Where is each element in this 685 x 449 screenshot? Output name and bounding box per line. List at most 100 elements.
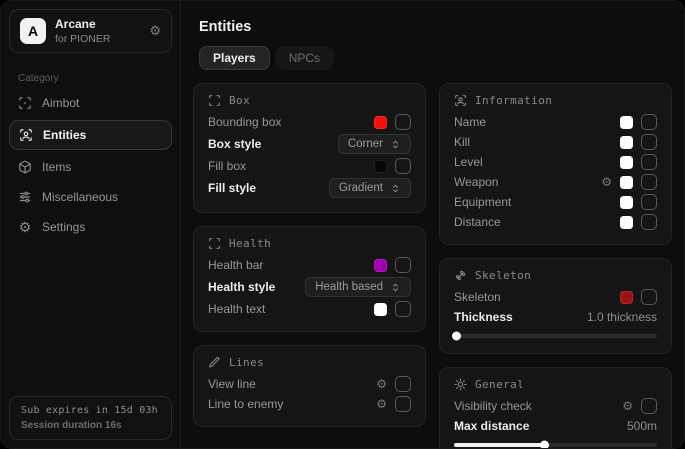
slider-thumb[interactable] — [540, 441, 549, 449]
sun-icon — [454, 378, 467, 391]
page-title: Entities — [199, 19, 674, 35]
line-to-enemy-checkbox[interactable] — [395, 396, 411, 412]
sub-expiry-text: Sub expires in 15d 03h — [21, 405, 160, 416]
color-swatch[interactable] — [620, 216, 633, 229]
tab-npcs[interactable]: NPCs — [275, 46, 334, 70]
visibility-check-checkbox[interactable] — [641, 398, 657, 414]
name-checkbox[interactable] — [641, 114, 657, 130]
level-checkbox[interactable] — [641, 154, 657, 170]
sidebar-item-label: Aimbot — [42, 96, 79, 110]
gear-icon[interactable]: ⚙ — [149, 23, 161, 39]
weapon-checkbox[interactable] — [641, 174, 657, 190]
setting-row-health-text: Health text — [208, 299, 411, 319]
color-swatch[interactable] — [374, 303, 387, 316]
color-swatch[interactable] — [620, 156, 633, 169]
gear-icon[interactable]: ⚙ — [376, 398, 387, 410]
tab-players[interactable]: Players — [199, 46, 270, 70]
color-swatch[interactable] — [374, 116, 387, 129]
slider-fill — [454, 443, 545, 447]
health-style-dropdown[interactable]: Health based — [305, 277, 411, 297]
session-duration-text: Session duration 16s — [21, 420, 160, 431]
sidebar-item-items[interactable]: Items — [1, 152, 180, 182]
sidebar-item-label: Miscellaneous — [42, 190, 118, 204]
entity-tabs: Players NPCs — [199, 46, 674, 70]
setting-row-box-style: Box style Corner — [208, 132, 411, 156]
color-swatch[interactable] — [620, 176, 633, 189]
fill-style-dropdown[interactable]: Gradient — [329, 178, 411, 198]
box-card: Box Bounding box Box style Corner — [193, 83, 426, 213]
category-label: Category — [18, 73, 180, 84]
sidebar-item-settings[interactable]: ⚙ Settings — [1, 212, 180, 242]
color-swatch[interactable] — [620, 291, 633, 304]
setting-label: Fill style — [208, 181, 256, 195]
setting-label: Bounding box — [208, 115, 281, 129]
health-text-checkbox[interactable] — [395, 301, 411, 317]
color-swatch[interactable] — [620, 116, 633, 129]
setting-label: Level — [454, 155, 483, 169]
box-style-dropdown[interactable]: Corner — [338, 134, 411, 154]
setting-label: Health style — [208, 280, 275, 294]
box-frame-icon — [208, 94, 221, 107]
setting-label: Box style — [208, 137, 261, 151]
bone-icon — [454, 269, 467, 282]
setting-label: Skeleton — [454, 290, 501, 304]
skeleton-checkbox[interactable] — [641, 289, 657, 305]
view-line-checkbox[interactable] — [395, 376, 411, 392]
app-logo: A — [20, 18, 46, 44]
sidebar-item-label: Entities — [43, 128, 86, 142]
setting-label: Thickness — [454, 310, 513, 324]
setting-row-bounding-box: Bounding box — [208, 112, 411, 132]
distance-checkbox[interactable] — [641, 214, 657, 230]
setting-label: Max distance — [454, 419, 529, 433]
color-swatch[interactable] — [374, 160, 387, 173]
information-card: Information Name Kill — [439, 83, 672, 245]
equipment-checkbox[interactable] — [641, 194, 657, 210]
setting-row-distance: Distance — [454, 212, 657, 232]
color-swatch[interactable] — [620, 196, 633, 209]
sidebar: A Arcane for PIONER ⚙ Category Aimbot En… — [1, 1, 181, 448]
color-swatch[interactable] — [620, 136, 633, 149]
health-bar-checkbox[interactable] — [395, 257, 411, 273]
setting-row-name: Name — [454, 112, 657, 132]
unfold-icon — [390, 183, 401, 194]
kill-checkbox[interactable] — [641, 134, 657, 150]
max-distance-slider[interactable] — [454, 440, 657, 448]
sliders-icon — [18, 190, 32, 204]
sidebar-item-entities[interactable]: Entities — [9, 120, 172, 150]
dropdown-value: Corner — [348, 138, 383, 150]
thickness-slider[interactable] — [454, 331, 657, 341]
setting-label: Health text — [208, 302, 265, 316]
gear-icon[interactable]: ⚙ — [622, 400, 633, 412]
color-swatch[interactable] — [374, 259, 387, 272]
sidebar-item-label: Settings — [42, 220, 85, 234]
lines-card: Lines View line ⚙ Line to enemy ⚙ — [193, 345, 426, 427]
gear-icon[interactable]: ⚙ — [601, 176, 612, 188]
sidebar-item-label: Items — [42, 160, 71, 174]
setting-row-visibility-check: Visibility check ⚙ — [454, 396, 657, 416]
setting-label: View line — [208, 377, 256, 391]
package-icon — [18, 160, 32, 174]
skeleton-card: Skeleton Skeleton Thickness 1.0 thicknes… — [439, 258, 672, 354]
setting-row-level: Level — [454, 152, 657, 172]
info-scan-icon — [454, 94, 467, 107]
entities-icon — [19, 128, 33, 142]
setting-row-equipment: Equipment — [454, 192, 657, 212]
slider-thumb[interactable] — [452, 332, 461, 341]
subscription-info: Sub expires in 15d 03h Session duration … — [9, 396, 172, 440]
sidebar-item-aimbot[interactable]: Aimbot — [1, 88, 180, 118]
setting-label: Health bar — [208, 258, 263, 272]
setting-row-health-bar: Health bar — [208, 255, 411, 275]
slider-track — [454, 334, 657, 338]
setting-row-fill-style: Fill style Gradient — [208, 176, 411, 200]
sidebar-item-miscellaneous[interactable]: Miscellaneous — [1, 182, 180, 212]
card-title: Information — [475, 94, 552, 107]
gear-icon[interactable]: ⚙ — [376, 378, 387, 390]
setting-row-line-to-enemy: Line to enemy ⚙ — [208, 394, 411, 414]
general-card: General Visibility check ⚙ Max distance … — [439, 367, 672, 448]
fill-box-checkbox[interactable] — [395, 158, 411, 174]
app-title: Arcane — [55, 17, 110, 31]
setting-label: Equipment — [454, 195, 511, 209]
gear-icon: ⚙ — [18, 220, 32, 234]
brand-card: A Arcane for PIONER ⚙ — [9, 9, 172, 53]
bounding-box-checkbox[interactable] — [395, 114, 411, 130]
